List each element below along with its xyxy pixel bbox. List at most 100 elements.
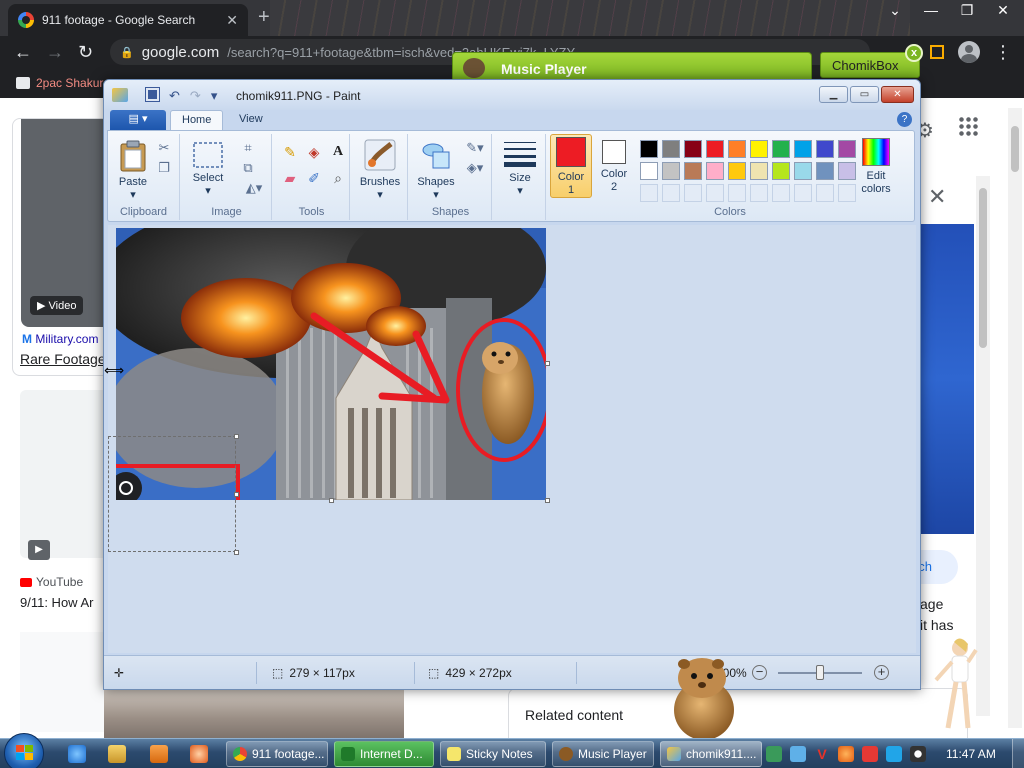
- result-thumbnail[interactable]: [104, 688, 404, 738]
- palette-custom-slot[interactable]: [816, 184, 834, 202]
- close-window-button[interactable]: ✕: [992, 2, 1014, 19]
- image-result-card[interactable]: [20, 390, 110, 558]
- palette-swatch[interactable]: [816, 162, 834, 180]
- ie-quicklaunch-icon[interactable]: [68, 745, 86, 763]
- resize-icon[interactable]: ⧉: [240, 160, 256, 176]
- canvas-workspace[interactable]: ⟺: [104, 225, 916, 653]
- google-apps-icon[interactable]: [958, 116, 978, 136]
- result-title[interactable]: 9/11: How Ar: [20, 595, 93, 610]
- palette-swatch[interactable]: [728, 162, 746, 180]
- palette-swatch[interactable]: [750, 140, 768, 158]
- rotate-icon[interactable]: ◭▾: [240, 180, 268, 196]
- tab-home[interactable]: Home: [170, 110, 224, 131]
- taskbar-button-internet-download[interactable]: Internet D...: [334, 741, 434, 767]
- tray-app-icon[interactable]: [790, 746, 806, 762]
- color1-button[interactable]: Color 1: [550, 134, 592, 198]
- size-button[interactable]: Size ▾: [498, 140, 542, 198]
- palette-custom-slot[interactable]: [706, 184, 724, 202]
- tray-search-icon[interactable]: [838, 746, 854, 762]
- tray-flag-icon[interactable]: [862, 746, 878, 762]
- chomikbox-close-button[interactable]: x: [905, 44, 923, 62]
- back-button[interactable]: ←: [14, 42, 32, 63]
- search-tabs-icon[interactable]: ⌄: [884, 2, 906, 19]
- canvas-resize-handle[interactable]: [545, 498, 550, 503]
- paint-close-button[interactable]: ✕: [881, 86, 914, 103]
- close-preview-icon[interactable]: ✕: [928, 184, 946, 210]
- palette-swatch[interactable]: [662, 140, 680, 158]
- save-icon[interactable]: [146, 88, 159, 101]
- palette-custom-slot[interactable]: [640, 184, 658, 202]
- zoom-slider-knob[interactable]: [816, 665, 824, 680]
- app-quicklaunch-icon[interactable]: [190, 745, 208, 763]
- zoom-in-button[interactable]: +: [874, 665, 889, 680]
- edit-colors-button[interactable]: Edit colors: [854, 138, 898, 196]
- canvas-resize-handle[interactable]: [545, 361, 550, 366]
- taskbar-button-paint[interactable]: chomik911....: [660, 741, 762, 767]
- result-source[interactable]: M Military.com: [22, 332, 98, 346]
- preview-image[interactable]: [920, 224, 974, 534]
- select-button[interactable]: Select ▾: [188, 142, 228, 198]
- selection-handle[interactable]: [234, 550, 239, 555]
- palette-swatch[interactable]: [640, 162, 658, 180]
- palette-custom-slot[interactable]: [750, 184, 768, 202]
- scrollbar-thumb[interactable]: [1011, 126, 1019, 172]
- paint-minimize-button[interactable]: ▁: [819, 86, 848, 103]
- customize-qat-icon[interactable]: ▾: [211, 88, 218, 104]
- desktop-dancer-figure[interactable]: [934, 636, 978, 736]
- palette-swatch[interactable]: [706, 140, 724, 158]
- selection-rectangle[interactable]: [108, 436, 236, 552]
- selection-handle[interactable]: [234, 434, 239, 439]
- reload-button[interactable]: ↻: [78, 42, 93, 63]
- close-tab-icon[interactable]: ✕: [226, 12, 238, 29]
- paint-titlebar[interactable]: ↶ ↷ ▾ chomik911.PNG - Paint ▁ ▭ ✕: [104, 80, 920, 110]
- palette-swatch[interactable]: [816, 140, 834, 158]
- shapes-button[interactable]: Shapes ▾: [414, 138, 458, 202]
- palette-swatch[interactable]: [772, 162, 790, 180]
- tray-antivirus-icon[interactable]: V: [814, 746, 830, 762]
- palette-swatch[interactable]: [706, 162, 724, 180]
- copy-icon[interactable]: ❐: [156, 160, 172, 176]
- palette-swatch[interactable]: [684, 162, 702, 180]
- browser-tab-active[interactable]: 911 footage - Google Search ✕: [8, 4, 248, 36]
- bookmark-item[interactable]: 2pac Shakur: [16, 76, 103, 90]
- tray-display-icon[interactable]: [886, 746, 902, 762]
- result-title[interactable]: Rare Footage: [20, 351, 106, 367]
- eraser-icon[interactable]: ▰: [280, 168, 300, 188]
- tray-network-icon[interactable]: [766, 746, 782, 762]
- paste-button[interactable]: Paste ▾: [114, 140, 152, 202]
- zoom-out-button[interactable]: −: [752, 665, 767, 680]
- palette-swatch[interactable]: [684, 140, 702, 158]
- image-result-card[interactable]: [20, 632, 110, 732]
- taskbar-button-sticky-notes[interactable]: Sticky Notes: [440, 741, 546, 767]
- canvas-resize-handle[interactable]: [329, 498, 334, 503]
- minimize-button[interactable]: —: [920, 2, 942, 19]
- text-tool-icon[interactable]: A: [328, 142, 348, 162]
- page-scrollbar[interactable]: [1008, 108, 1022, 728]
- restore-button[interactable]: ❐: [956, 2, 978, 19]
- shape-fill-icon[interactable]: ◈▾: [462, 160, 488, 176]
- palette-swatch[interactable]: [662, 162, 680, 180]
- paint-maximize-button[interactable]: ▭: [850, 86, 879, 103]
- color2-button[interactable]: Color 2: [596, 136, 632, 194]
- undo-icon[interactable]: ↶: [169, 88, 180, 104]
- forward-button[interactable]: →: [46, 42, 64, 63]
- desktop-hamster-pet[interactable]: [664, 654, 740, 740]
- color-picker-icon[interactable]: ✐: [304, 168, 324, 188]
- crop-icon[interactable]: ⌗: [240, 140, 256, 156]
- palette-custom-slot[interactable]: [728, 184, 746, 202]
- taskbar-button-chrome[interactable]: 911 footage...: [226, 741, 328, 767]
- extension-icon[interactable]: [930, 45, 944, 59]
- redo-icon[interactable]: ↷: [190, 88, 201, 104]
- start-button[interactable]: [4, 733, 44, 768]
- help-icon[interactable]: ?: [897, 112, 912, 127]
- magnifier-icon[interactable]: ⌕: [328, 168, 348, 188]
- palette-swatch[interactable]: [750, 162, 768, 180]
- taskbar-clock[interactable]: 11:47 AM: [946, 747, 996, 761]
- tray-volume-icon[interactable]: [910, 746, 926, 762]
- explorer-quicklaunch-icon[interactable]: [108, 745, 126, 763]
- taskbar-button-music-player[interactable]: Music Player: [552, 741, 654, 767]
- music-player-widget[interactable]: Music Player: [452, 52, 812, 82]
- palette-swatch[interactable]: [640, 140, 658, 158]
- palette-custom-slot[interactable]: [684, 184, 702, 202]
- media-quicklaunch-icon[interactable]: [150, 745, 168, 763]
